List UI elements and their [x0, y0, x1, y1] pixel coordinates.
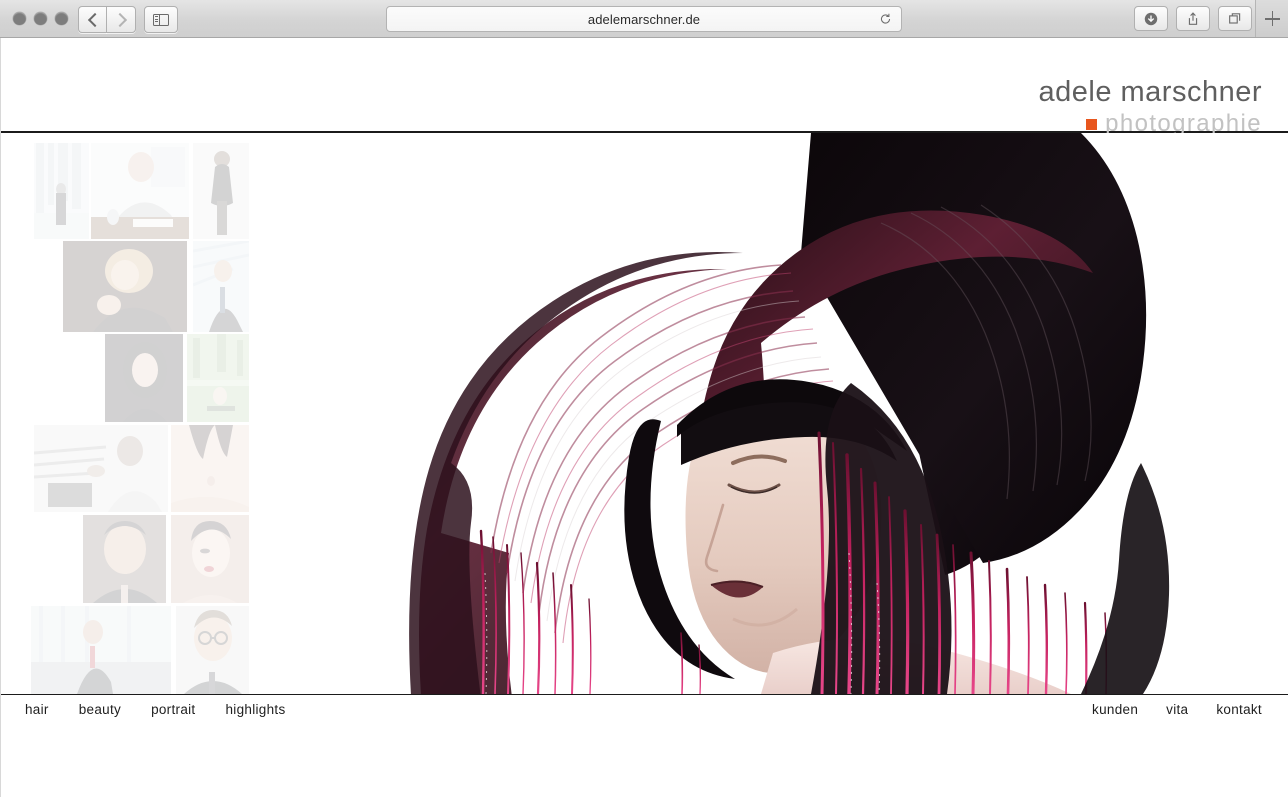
nav-item-vita[interactable]: vita — [1166, 702, 1188, 717]
address-bar[interactable]: adelemarschner.de — [386, 6, 902, 32]
downloads-button[interactable] — [1134, 6, 1168, 31]
thumbnail-businessman-in-office[interactable] — [31, 606, 171, 694]
share-button[interactable] — [1176, 6, 1210, 31]
hero-photo-illustration — [381, 133, 1221, 694]
sidebar-icon — [153, 13, 169, 26]
back-button[interactable] — [78, 6, 107, 33]
thumbnail-man-with-glasses-portrait[interactable] — [176, 606, 249, 694]
reload-icon[interactable] — [879, 13, 892, 26]
thumbnail-older-man-portrait[interactable] — [83, 515, 166, 603]
toolbar-right-buttons — [1134, 6, 1252, 31]
web-page: adele marschner photographie hair beauty… — [0, 38, 1288, 797]
site-header: adele marschner photographie — [1, 38, 1288, 136]
plus-icon — [1264, 11, 1280, 26]
forward-button[interactable] — [106, 6, 136, 33]
url-text: adelemarschner.de — [587, 11, 701, 27]
nav-item-beauty[interactable]: beauty — [79, 702, 121, 717]
download-icon — [1144, 12, 1158, 25]
nav-item-kontakt[interactable]: kontakt — [1216, 702, 1262, 717]
site-navigation: hair beauty portrait highlights kunden v… — [1, 694, 1288, 797]
minimize-window-button[interactable] — [34, 12, 47, 25]
chevron-right-icon — [112, 12, 127, 27]
logo-square-icon — [1086, 118, 1098, 130]
tabs-icon — [1229, 12, 1241, 24]
secondary-nav: kunden vita kontakt — [1092, 702, 1262, 717]
zoom-window-button[interactable] — [55, 12, 68, 25]
thumbnail-man-at-conference-table[interactable] — [91, 143, 189, 239]
thumbnail-businessman-in-lobby[interactable] — [34, 143, 89, 239]
thumbnail-businessman-outdoor-portrait[interactable] — [193, 241, 249, 332]
hero-image[interactable] — [381, 133, 1221, 694]
thumbnail-woman-in-black-dress[interactable] — [193, 143, 249, 239]
thumbnail-short-hair-woman-red-lips[interactable] — [171, 515, 249, 603]
logo-name: adele marschner — [1038, 76, 1262, 108]
browser-window: adelemarschner.de adele marschner photog… — [0, 0, 1288, 797]
chevron-left-icon — [87, 12, 102, 27]
thumbnail-park-scene-figure[interactable] — [187, 334, 249, 422]
share-icon — [1188, 11, 1198, 25]
thumbnail-dark-haired-woman-beauty[interactable] — [105, 334, 183, 422]
nav-item-highlights[interactable]: highlights — [225, 702, 285, 717]
thumbnail-grid — [1, 133, 271, 694]
close-window-button[interactable] — [13, 12, 26, 25]
browser-toolbar: adelemarschner.de — [0, 0, 1288, 38]
primary-nav: hair beauty portrait highlights — [25, 702, 286, 717]
site-logo[interactable]: adele marschner photographie — [1039, 78, 1263, 136]
nav-item-kunden[interactable]: kunden — [1092, 702, 1138, 717]
content-band — [1, 133, 1288, 694]
thumbnail-blonde-woman-portrait[interactable] — [63, 241, 187, 332]
thumbnail-hand-on-torso-beauty[interactable] — [171, 425, 249, 512]
nav-item-hair[interactable]: hair — [25, 702, 49, 717]
new-tab-button[interactable] — [1255, 0, 1288, 37]
show-all-tabs-button[interactable] — [1218, 6, 1252, 31]
nav-item-portrait[interactable]: portrait — [151, 702, 195, 717]
window-controls — [13, 12, 68, 25]
sidebar-toggle-button[interactable] — [144, 6, 178, 33]
thumbnail-man-at-machinery-bw[interactable] — [34, 425, 168, 512]
